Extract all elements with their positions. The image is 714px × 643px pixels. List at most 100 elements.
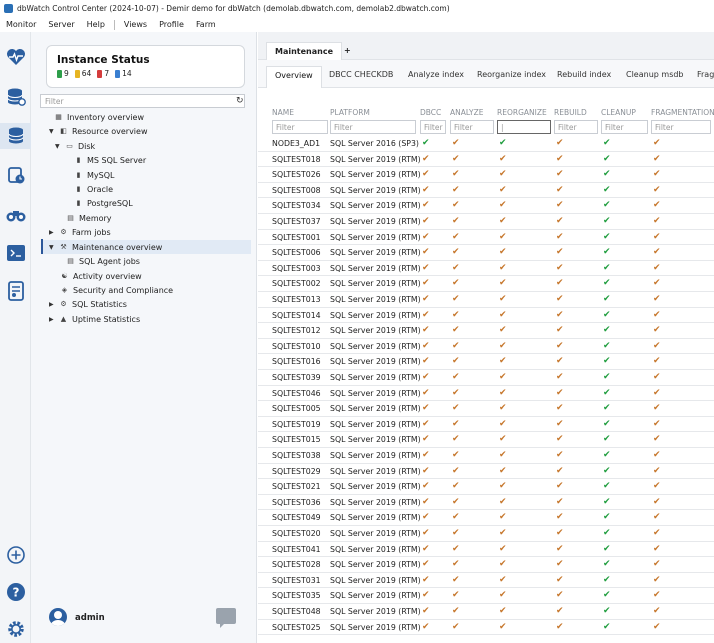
table-row[interactable]: SQLTEST005 SQL Server 2019 (RTM) ✔ ✔ ✔ ✔ ✔ ✔	[258, 401, 714, 417]
report-icon[interactable]	[5, 280, 26, 301]
help-icon[interactable]: ?	[5, 581, 26, 602]
col-header-name[interactable]: NAME	[272, 108, 294, 117]
table-row[interactable]: SQLTEST012 SQL Server 2019 (RTM) ✔ ✔ ✔ ✔ ✔ ✔	[258, 323, 714, 339]
col-header-platform[interactable]: PLATFORM	[330, 108, 370, 117]
table-row[interactable]: SQLTEST008 SQL Server 2019 (RTM) ✔ ✔ ✔ ✔ ✔ ✔	[258, 183, 714, 199]
table-row[interactable]: SQLTEST038 SQL Server 2019 (RTM) ✔ ✔ ✔ ✔ ✔ ✔	[258, 448, 714, 464]
col-header-rebuild[interactable]: REBUILD	[554, 108, 587, 117]
table-row[interactable]: SQLTEST014 SQL Server 2019 (RTM) ✔ ✔ ✔ ✔ ✔ ✔	[258, 308, 714, 324]
table-row[interactable]: SQLTEST019 SQL Server 2019 (RTM) ✔ ✔ ✔ ✔ ✔ ✔	[258, 417, 714, 433]
filter-name[interactable]: Filter	[272, 120, 328, 134]
table-row[interactable]: SQLTEST002 SQL Server 2019 (RTM) ✔ ✔ ✔ ✔ ✔ ✔	[258, 276, 714, 292]
filter-platform[interactable]: Filter	[330, 120, 416, 134]
table-row[interactable]: NODE3_AD1 SQL Server 2016 (SP3) ✔ ✔ ✔ ✔ ✔ ✔	[258, 136, 714, 152]
table-row[interactable]: SQLTEST037 SQL Server 2019 (RTM) ✔ ✔ ✔ ✔ ✔ ✔	[258, 214, 714, 230]
table-row[interactable]: SQLTEST001 SQL Server 2019 (RTM) ✔ ✔ ✔ ✔ ✔ ✔	[258, 230, 714, 246]
tree-security-compliance[interactable]: ◈ Security and Compliance	[59, 283, 173, 297]
instance-status-card[interactable]: Instance Status 9 64 7 14	[46, 45, 245, 88]
database-active-icon[interactable]	[0, 123, 31, 149]
filter-dbcc[interactable]: Filter	[420, 120, 446, 134]
tree-maintenance-overview[interactable]: ▼ ⚒ Maintenance overview	[43, 240, 251, 254]
col-header-fragmentation[interactable]: FRAGMENTATION	[651, 108, 714, 117]
col-header-reorganize[interactable]: REORGANIZE	[497, 108, 547, 117]
menu-profile[interactable]: Profile	[153, 20, 190, 29]
table-row[interactable]: SQLTEST010 SQL Server 2019 (RTM) ✔ ✔ ✔ ✔ ✔ ✔	[258, 339, 714, 355]
table-row[interactable]: SQLTEST031 SQL Server 2019 (RTM) ✔ ✔ ✔ ✔ ✔ ✔	[258, 573, 714, 589]
table-row[interactable]: SQLTEST003 SQL Server 2019 (RTM) ✔ ✔ ✔ ✔ ✔ ✔	[258, 261, 714, 277]
menu-server[interactable]: Server	[42, 20, 80, 29]
avatar[interactable]	[49, 608, 67, 626]
chevron-down-icon[interactable]: ▼	[49, 244, 58, 251]
database-clock-icon[interactable]	[5, 164, 26, 185]
filter-fragmentation[interactable]: Filter	[651, 120, 711, 134]
tree-mssql[interactable]: ▮ MS SQL Server	[73, 153, 147, 167]
tab-rebuild-index[interactable]: Rebuild index	[549, 66, 619, 88]
tab-fragmentation[interactable]: Fragmentation	[689, 66, 714, 88]
tree-mysql[interactable]: ▮ MySQL	[73, 168, 115, 182]
table-row[interactable]: SQLTEST020 SQL Server 2019 (RTM) ✔ ✔ ✔ ✔ ✔ ✔	[258, 526, 714, 542]
filter-cleanup[interactable]: Filter	[601, 120, 648, 134]
tab-overview[interactable]: Overview	[266, 66, 322, 88]
resource-icon: ◧	[60, 127, 67, 135]
heartbeat-icon[interactable]	[5, 46, 26, 67]
add-tab-button[interactable]: +	[336, 42, 359, 60]
terminal-icon[interactable]	[5, 242, 26, 263]
tree-inventory-overview[interactable]: ▦ Inventory overview	[53, 110, 144, 124]
table-row[interactable]: SQLTEST028 SQL Server 2019 (RTM) ✔ ✔ ✔ ✔ ✔ ✔	[258, 557, 714, 573]
table-row[interactable]: SQLTEST013 SQL Server 2019 (RTM) ✔ ✔ ✔ ✔ ✔ ✔	[258, 292, 714, 308]
tree-farm-jobs[interactable]: ▶ ⚙ Farm jobs	[49, 225, 111, 239]
settings-icon[interactable]	[5, 618, 26, 639]
tab-analyze-index[interactable]: Analyze index	[400, 66, 472, 88]
chevron-right-icon[interactable]: ▶	[49, 229, 58, 236]
tree-activity-overview[interactable]: ☯ Activity overview	[59, 269, 141, 283]
table-row[interactable]: SQLTEST035 SQL Server 2019 (RTM) ✔ ✔ ✔ ✔ ✔ ✔	[258, 588, 714, 604]
table-row[interactable]: SQLTEST006 SQL Server 2019 (RTM) ✔ ✔ ✔ ✔ ✔ ✔	[258, 245, 714, 261]
table-row[interactable]: SQLTEST018 SQL Server 2019 (RTM) ✔ ✔ ✔ ✔ ✔ ✔	[258, 152, 714, 168]
tree-sql-agent-jobs[interactable]: ▤ SQL Agent jobs	[65, 254, 140, 268]
tree-sql-statistics[interactable]: ▶ ⚙ SQL Statistics	[49, 297, 127, 311]
table-row[interactable]: SQLTEST036 SQL Server 2019 (RTM) ✔ ✔ ✔ ✔ ✔ ✔	[258, 495, 714, 511]
tree-oracle[interactable]: ▮ Oracle	[73, 182, 113, 196]
sidebar-filter-input[interactable]: Filter	[40, 94, 245, 108]
table-row[interactable]: SQLTEST049 SQL Server 2019 (RTM) ✔ ✔ ✔ ✔ ✔ ✔	[258, 510, 714, 526]
filter-analyze[interactable]: Filter	[450, 120, 494, 134]
tree-disk[interactable]: ▼ ▭ Disk	[55, 139, 95, 153]
table-row[interactable]: SQLTEST041 SQL Server 2019 (RTM) ✔ ✔ ✔ ✔ ✔ ✔	[258, 542, 714, 558]
tab-reorganize-index[interactable]: Reorganize index	[469, 66, 554, 88]
table-row[interactable]: SQLTEST046 SQL Server 2019 (RTM) ✔ ✔ ✔ ✔ ✔ ✔	[258, 386, 714, 402]
tree-uptime-statistics[interactable]: ▶ ▲ Uptime Statistics	[49, 312, 140, 326]
table-row[interactable]: SQLTEST039 SQL Server 2019 (RTM) ✔ ✔ ✔ ✔ ✔ ✔	[258, 370, 714, 386]
chevron-right-icon[interactable]: ▶	[49, 301, 58, 308]
add-icon[interactable]	[5, 544, 26, 565]
tab-cleanup-msdb[interactable]: Cleanup msdb	[618, 66, 692, 88]
menu-farm[interactable]: Farm	[190, 20, 222, 29]
table-row[interactable]: SQLTEST016 SQL Server 2019 (RTM) ✔ ✔ ✔ ✔ ✔ ✔	[258, 354, 714, 370]
tree-postgresql[interactable]: ▮ PostgreSQL	[73, 196, 133, 210]
tree-resource-overview[interactable]: ▼ ◧ Resource overview	[49, 124, 148, 138]
database-stack-icon[interactable]	[5, 86, 26, 107]
col-header-cleanup[interactable]: CLEANUP	[601, 108, 636, 117]
chevron-right-icon[interactable]: ▶	[49, 316, 58, 323]
chevron-down-icon[interactable]: ▼	[55, 143, 64, 150]
binoculars-icon[interactable]	[5, 204, 26, 225]
col-header-analyze[interactable]: ANALYZE	[450, 108, 484, 117]
tab-maintenance[interactable]: Maintenance	[266, 42, 343, 60]
table-row[interactable]: SQLTEST015 SQL Server 2019 (RTM) ✔ ✔ ✔ ✔ ✔ ✔	[258, 432, 714, 448]
menu-monitor[interactable]: Monitor	[0, 20, 42, 29]
table-row[interactable]: SQLTEST029 SQL Server 2019 (RTM) ✔ ✔ ✔ ✔ ✔ ✔	[258, 464, 714, 480]
tree-memory[interactable]: ▤ Memory	[65, 211, 111, 225]
menu-help[interactable]: Help	[81, 20, 111, 29]
chat-icon[interactable]	[216, 608, 236, 628]
table-row[interactable]: SQLTEST026 SQL Server 2019 (RTM) ✔ ✔ ✔ ✔ ✔ ✔	[258, 167, 714, 183]
chevron-down-icon[interactable]: ▼	[49, 128, 58, 135]
filter-rebuild[interactable]: Filter	[554, 120, 598, 134]
refresh-icon[interactable]: ↻	[236, 96, 244, 106]
col-header-dbcc[interactable]: DBCC	[420, 108, 441, 117]
table-row[interactable]: SQLTEST021 SQL Server 2019 (RTM) ✔ ✔ ✔ ✔ ✔ ✔	[258, 479, 714, 495]
table-row[interactable]: SQLTEST048 SQL Server 2019 (RTM) ✔ ✔ ✔ ✔ ✔ ✔	[258, 604, 714, 620]
filter-reorganize[interactable]: |	[497, 120, 551, 134]
menu-views[interactable]: Views	[118, 20, 153, 29]
table-row[interactable]: SQLTEST025 SQL Server 2019 (RTM) ✔ ✔ ✔ ✔ ✔ ✔	[258, 620, 714, 636]
table-row[interactable]: SQLTEST034 SQL Server 2019 (RTM) ✔ ✔ ✔ ✔ ✔ ✔	[258, 198, 714, 214]
tab-dbcc-checkdb[interactable]: DBCC CHECKDB	[321, 66, 401, 88]
